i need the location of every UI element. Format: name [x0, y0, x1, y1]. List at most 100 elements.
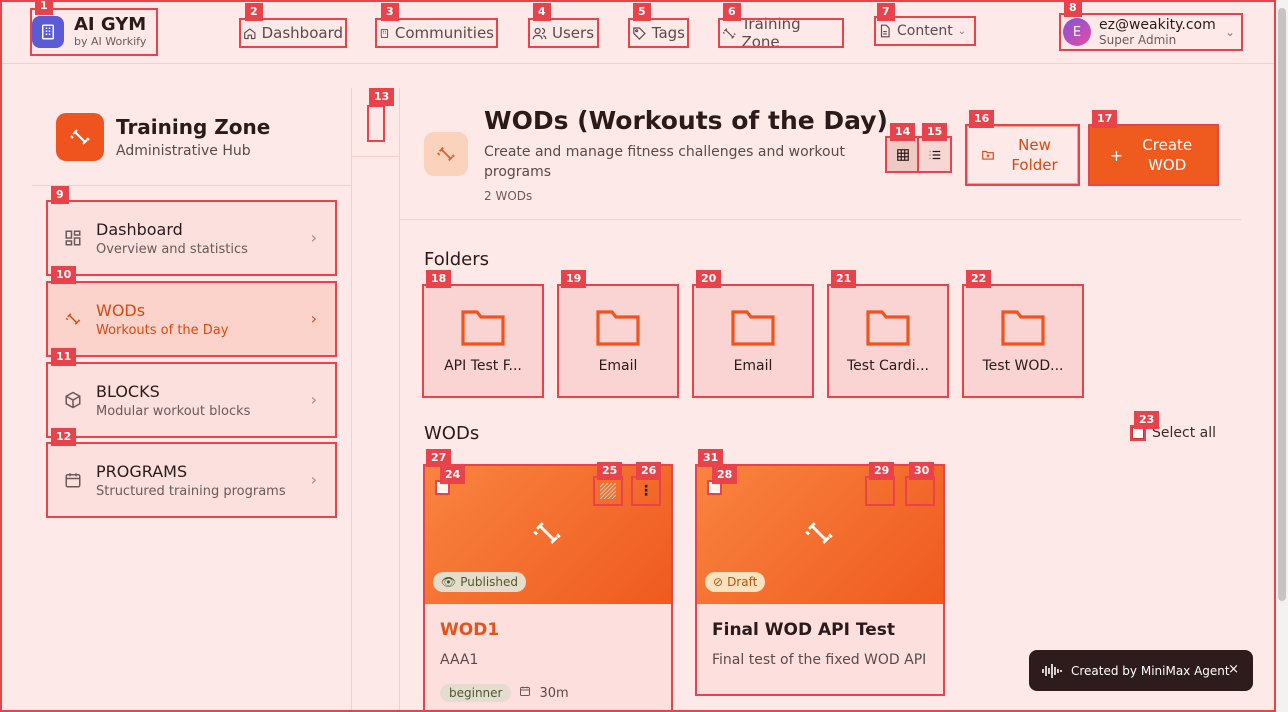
level-badge: beginner: [440, 684, 512, 702]
label-tag: 26: [636, 462, 662, 480]
label-tag: 11: [51, 348, 77, 366]
label-tag: 28: [712, 466, 738, 484]
label-tag: 8: [1064, 0, 1082, 17]
label-tag: 24: [440, 466, 466, 484]
chevron-right-icon: ›: [310, 309, 317, 328]
label-tag: 16: [969, 110, 995, 128]
folder-name: Test WOD...: [982, 358, 1064, 374]
scrollbar-thumb[interactable]: [1278, 8, 1286, 601]
wod-action-button[interactable]: [593, 476, 623, 506]
sidebar-collapse-area: [352, 88, 400, 712]
wod-card[interactable]: ⋮ 👁 Published WOD1 AAA1 beginner 30m: [423, 464, 673, 712]
sidebar-item-sub: Workouts of the Day: [96, 322, 229, 338]
folder-card[interactable]: Email: [557, 284, 679, 398]
sidebar-item-dashboard[interactable]: Dashboard Overview and statistics ›: [46, 200, 337, 276]
new-folder-button[interactable]: New Folder: [965, 124, 1080, 186]
training-zone-sidebar: Training Zone Administrative Hub Dashboa…: [32, 88, 352, 712]
dumbbell-icon: [722, 27, 736, 39]
folder-card[interactable]: API Test F...: [422, 284, 544, 398]
page-title: WODs (Workouts of the Day): [484, 106, 888, 135]
sidebar-item-sub: Modular workout blocks: [96, 403, 251, 419]
nav-communities[interactable]: Communities: [375, 18, 498, 48]
eye-icon: 👁: [441, 575, 457, 589]
nav-users[interactable]: Users: [528, 18, 599, 48]
nav-training-zone[interactable]: Training Zone: [718, 15, 844, 51]
hatch-icon: [600, 483, 616, 499]
tag-icon: [633, 26, 646, 40]
folder-icon: [1001, 310, 1045, 346]
chevron-right-icon: ›: [310, 470, 317, 489]
close-icon[interactable]: ×: [1228, 662, 1239, 677]
wod-action-button[interactable]: [865, 476, 895, 506]
label-tag: 2: [245, 3, 263, 21]
label-tag: 31: [698, 449, 724, 467]
label-tag: 19: [561, 270, 587, 288]
chevron-down-icon: ⌄: [957, 25, 967, 37]
status-badge: 👁 Published: [433, 572, 527, 592]
sidebar-subtitle: Administrative Hub: [116, 142, 251, 159]
folder-name: Email: [733, 358, 773, 374]
sidebar-item-blocks[interactable]: BLOCKS Modular workout blocks ›: [46, 362, 337, 438]
building-icon: [380, 28, 389, 38]
sidebar-header: Training Zone Administrative Hub: [32, 88, 351, 186]
folder-icon: [866, 310, 910, 346]
sidebar-item-sub: Structured training programs: [96, 483, 286, 499]
folder-icon: [461, 310, 505, 346]
box-icon: [65, 391, 81, 409]
grid-view-button[interactable]: [885, 136, 920, 173]
label-tag: 1: [35, 0, 53, 15]
nav-training-zone-label: Training Zone: [741, 15, 801, 51]
page-scrollbar[interactable]: [1276, 0, 1288, 712]
home-icon: [244, 27, 256, 39]
wod-title: Final WOD API Test: [712, 620, 895, 640]
user-menu[interactable]: E ez@weakity.com Super Admin ⌄: [1059, 13, 1243, 51]
create-wod-button[interactable]: + Create WOD: [1088, 124, 1219, 186]
label-tag: 15: [922, 123, 948, 141]
calendar-icon: [65, 473, 81, 488]
app-logo-link[interactable]: AI GYM by AI Workify: [30, 8, 158, 56]
folder-icon: [731, 310, 775, 346]
sidebar-item-programs[interactable]: PROGRAMS Structured training programs ›: [46, 442, 337, 518]
user-role: Super Admin: [1099, 33, 1177, 47]
eye-off-icon: ⊘: [713, 575, 724, 589]
wod-title: WOD1: [440, 620, 500, 640]
nav-tags[interactable]: Tags: [628, 18, 689, 48]
calendar-icon: [519, 685, 531, 701]
nav-users-label: Users: [552, 24, 595, 42]
more-vertical-icon[interactable]: ⋮: [631, 476, 661, 506]
label-tag: 23: [1134, 411, 1160, 429]
folder-name: API Test F...: [444, 358, 522, 374]
nav-content-dropdown[interactable]: Content ⌄: [874, 16, 976, 46]
folder-card[interactable]: Test WOD...: [962, 284, 1084, 398]
new-folder-label: New Folder: [1011, 136, 1058, 174]
label-tag: 5: [633, 3, 651, 21]
folder-name: Test Cardi...: [846, 358, 929, 374]
user-email: ez@weakity.com: [1099, 17, 1216, 33]
sidebar-toggle-button[interactable]: [367, 105, 385, 142]
wod-card-banner: ⋮ 👁 Published: [425, 466, 671, 604]
nav-tags-label: Tags: [651, 24, 685, 42]
dumbbell-icon: [56, 112, 104, 161]
status-label: Published: [460, 575, 519, 589]
label-tag: 27: [426, 449, 452, 467]
dumbbell-icon: [424, 132, 468, 176]
folder-card[interactable]: Test Cardi...: [827, 284, 949, 398]
dumbbell-icon: [530, 516, 564, 554]
nav-dashboard[interactable]: Dashboard: [239, 18, 347, 48]
sidebar-item-wods[interactable]: WODs Workouts of the Day ›: [46, 281, 337, 357]
list-view-button[interactable]: [917, 136, 952, 173]
label-tag: 13: [369, 88, 395, 106]
label-tag: 20: [696, 270, 722, 288]
wod-more-button[interactable]: [905, 476, 935, 506]
dumbbell-icon: [802, 516, 836, 554]
nav-content-label: Content: [897, 23, 953, 39]
folder-card[interactable]: Email: [692, 284, 814, 398]
dumbbell-icon: [65, 313, 81, 325]
chevron-right-icon: ›: [310, 390, 317, 409]
wod-description: AAA1: [440, 652, 479, 668]
users-icon: [532, 27, 547, 39]
sidebar-item-sub: Overview and statistics: [96, 241, 248, 257]
sidebar-item-label: BLOCKS: [96, 381, 160, 401]
label-tag: 3: [381, 3, 399, 21]
wod-card[interactable]: ⊘ Draft Final WOD API Test Final test of…: [695, 464, 945, 696]
